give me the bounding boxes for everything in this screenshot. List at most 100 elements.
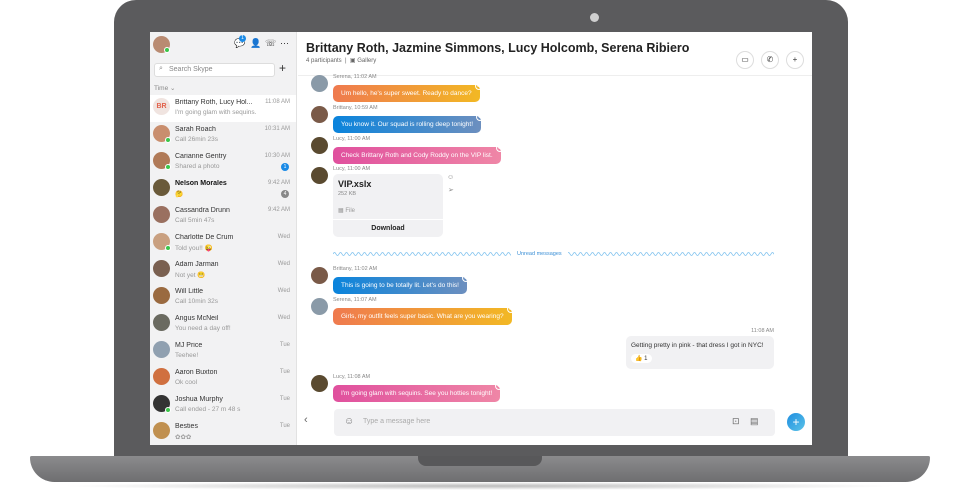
- excel-file-icon: ▦: [338, 208, 344, 214]
- avatar: BR: [153, 98, 170, 115]
- avatar-initials: BR: [156, 103, 167, 110]
- notification-badge: 1: [239, 35, 246, 42]
- contacts-icon[interactable]: 👤: [250, 38, 261, 49]
- react-icon[interactable]: ☺: [495, 382, 504, 390]
- chat-title: Brittany Roth, Jazmine Simmons, Lucy Hol…: [306, 41, 690, 55]
- message: Brittany, 11:02 AM This is going to be to…: [311, 266, 470, 294]
- chat-preview: Ok cool: [175, 379, 198, 386]
- chat-list-item[interactable]: MJ Price Teehee! Tue: [150, 338, 296, 365]
- chat-list-item[interactable]: Aaron Buxton Ok cool Tue: [150, 365, 296, 392]
- avatar: [153, 179, 170, 196]
- react-icon[interactable]: ☺: [461, 274, 470, 282]
- chat-time: Tue: [279, 423, 290, 429]
- add-participant-button[interactable]: +: [786, 51, 804, 69]
- new-chat-button[interactable]: +: [279, 61, 286, 75]
- avatar: [153, 368, 170, 385]
- chat-list-item[interactable]: Besties ✿✿✿ Tue: [150, 419, 296, 445]
- avatar: [311, 167, 328, 184]
- online-status-icon: [165, 245, 171, 251]
- chat-list-item[interactable]: Sarah Roach Call 26min 23s 10:31 AM: [150, 122, 296, 149]
- online-status-icon: [165, 407, 171, 413]
- message-text: Girls, my outfit feels super basic. What…: [341, 313, 504, 320]
- chat-list-item[interactable]: Joshua Murphy Call ended - 27 m 48 s Tue: [150, 392, 296, 419]
- chat-preview: Shared a photo: [175, 163, 220, 170]
- chat-preview: Call 10min 32s: [175, 298, 218, 305]
- chat-time: Tue: [279, 342, 290, 348]
- message-placeholder: Type a message here: [363, 418, 431, 425]
- message: Serena, 11:02 AM Um hello, he's super swe…: [311, 74, 483, 102]
- message-text: Um hello, he's super sweet. Ready to dan…: [341, 90, 472, 97]
- chat-preview: Not yet 😬: [175, 272, 206, 279]
- video-call-button[interactable]: ▭: [736, 51, 754, 69]
- message-text: This is going to be totally lit. Let's d…: [341, 282, 459, 289]
- chat-time: Wed: [277, 288, 290, 294]
- chat-preview: ✿✿✿: [175, 434, 192, 441]
- chat-time: 10:31 AM: [264, 126, 290, 132]
- chat-list-item[interactable]: Angus McNeil You need a day off! Wed: [150, 311, 296, 338]
- avatar: [311, 75, 328, 92]
- react-icon[interactable]: ☺: [506, 305, 515, 313]
- chat-name: Nelson Morales: [175, 180, 227, 187]
- chat-time: 10:30 AM: [264, 153, 290, 159]
- chat-list-item[interactable]: BR Brittany Roth, Lucy Hol... I'm going …: [150, 95, 296, 122]
- react-icon[interactable]: ☺: [495, 144, 504, 152]
- sort-dropdown[interactable]: Time ⌄: [154, 84, 175, 92]
- thumbs-up-icon: 👍: [635, 356, 643, 362]
- avatar: [311, 298, 328, 315]
- chat-list-item[interactable]: Adam Jarman Not yet 😬 Wed: [150, 257, 296, 284]
- webcam: [590, 13, 599, 22]
- online-status-icon: [165, 137, 171, 143]
- chat-time: 9:42 AM: [267, 180, 290, 186]
- message-text: I'm going glam with sequins. See you hot…: [341, 390, 493, 397]
- chat-time: Tue: [279, 396, 290, 402]
- chat-time: 9:42 AM: [267, 207, 290, 213]
- chat-preview: You need a day off!: [175, 325, 231, 332]
- unread-label: Unread messages: [511, 251, 568, 257]
- own-message: 11:08 AM Getting pretty in pink - that d…: [626, 328, 774, 369]
- download-button[interactable]: Download: [333, 219, 443, 237]
- gallery-icon[interactable]: ▤: [750, 416, 759, 427]
- forward-icon[interactable]: ➢: [448, 186, 454, 194]
- message-meta: Brittany, 10:59 AM: [333, 105, 378, 111]
- chat-list-item[interactable]: Carianne Gentry Shared a photo 10:30 AM …: [150, 149, 296, 176]
- message-meta: Lucy, 11:08 AM: [333, 374, 371, 380]
- search-input[interactable]: ⌕ Search Skype: [154, 63, 275, 77]
- chat-name: Carianne Gentry: [175, 153, 227, 160]
- react-icon[interactable]: ☺: [476, 113, 485, 121]
- avatar: [153, 341, 170, 358]
- chat-list-item[interactable]: Will Little Call 10min 32s Wed: [150, 284, 296, 311]
- chat-preview: I'm going glam with sequins.: [175, 109, 257, 116]
- chat-list-item[interactable]: Nelson Morales 🤔 9:42 AM 4: [150, 176, 296, 203]
- message: Lucy, 11:08 AM I'm going glam with sequin…: [311, 374, 504, 402]
- gallery-link[interactable]: Gallery: [357, 58, 376, 64]
- react-icon[interactable]: ☺: [474, 82, 483, 90]
- chat-list-item[interactable]: Charlotte De Crum Told you!! 😜 Wed: [150, 230, 296, 257]
- message-meta: Serena, 11:02 AM: [333, 74, 377, 80]
- chat-name: Sarah Roach: [175, 126, 216, 133]
- add-content-button[interactable]: +: [787, 413, 805, 431]
- calls-icon[interactable]: ☏: [265, 38, 276, 49]
- chat-name: Aaron Buxton: [175, 369, 218, 376]
- participants-link[interactable]: 4 participants: [306, 58, 342, 64]
- reaction-count: 1: [644, 356, 648, 362]
- avatar: [153, 260, 170, 277]
- avatar: [311, 267, 328, 284]
- chat-list-item[interactable]: Cassandra Drunn Call 5min 47s 9:42 AM: [150, 203, 296, 230]
- message-meta: Lucy, 11:00 AM: [333, 166, 371, 172]
- more-icon[interactable]: ⋯: [280, 38, 289, 49]
- chat-preview: Teehee!: [175, 352, 199, 359]
- unread-badge: 1: [281, 163, 289, 171]
- emoji-icon[interactable]: ☺: [344, 416, 354, 427]
- react-icon[interactable]: ☺: [447, 174, 454, 181]
- file-name: VIP.xslx: [338, 179, 372, 189]
- avatar: [153, 287, 170, 304]
- audio-call-button[interactable]: ✆: [761, 51, 779, 69]
- chat-time: Wed: [277, 261, 290, 267]
- reaction-chip[interactable]: 👍 1: [631, 354, 652, 363]
- chat-subtitle: 4 participants | ▣ Gallery: [306, 58, 377, 64]
- file-message: Lucy, 11:00 AM VIP.xslx 252 KB ▦ File Dow…: [311, 166, 454, 237]
- collapse-chevron-icon[interactable]: ‹: [304, 414, 308, 426]
- sticker-icon[interactable]: ⊡: [732, 416, 740, 427]
- message-composer[interactable]: ☺ Type a message here ⊡ ▤: [334, 409, 775, 436]
- message: Brittany, 10:59 AM You know it. Our squad…: [311, 105, 485, 133]
